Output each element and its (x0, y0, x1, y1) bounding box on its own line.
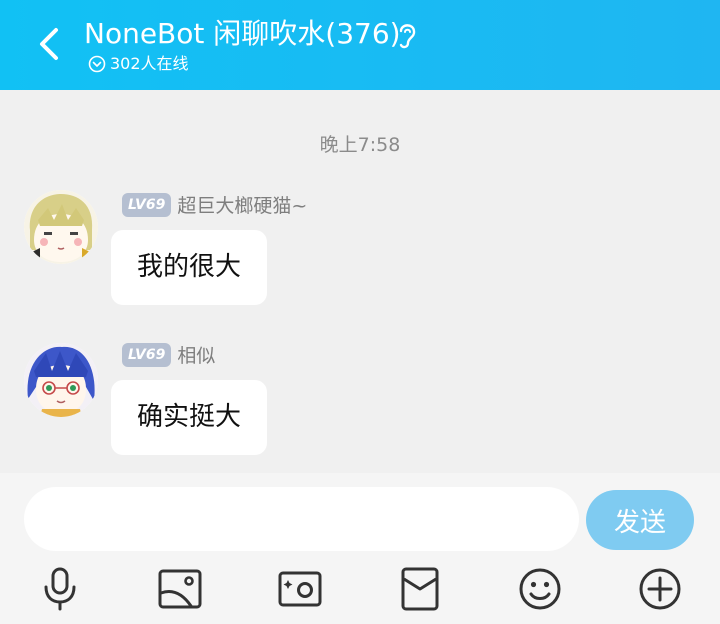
plus-icon[interactable] (636, 565, 684, 613)
online-count: 302人在线 (110, 54, 189, 73)
message-bubble[interactable]: 我的很大 (111, 230, 268, 305)
input-bar: 发送 (0, 473, 720, 624)
send-button[interactable]: 发送 (586, 490, 694, 550)
level-badge: LV69 (122, 192, 172, 217)
microphone-icon[interactable] (36, 565, 84, 613)
message-bubble[interactable]: 确实挺大 (111, 380, 268, 455)
back-arrow-icon[interactable] (30, 22, 70, 66)
camera-icon[interactable] (276, 565, 324, 613)
message-list[interactable]: 晚上7:58 LV69 超巨大榔硬猫~ 我的很大 LV69 相似 确实挺大 (0, 90, 720, 473)
level-badge: LV69 (122, 342, 172, 367)
message-input[interactable] (24, 487, 579, 551)
message-meta: LV69 相似 (122, 341, 215, 368)
red-packet-icon[interactable] (396, 565, 444, 613)
sender-name[interactable]: 相似 (177, 341, 215, 368)
user-avatar[interactable] (24, 343, 98, 417)
chat-header: NoneBot 闲聊吹水(376) 302人在线 (0, 0, 720, 90)
image-icon[interactable] (156, 565, 204, 613)
message-meta: LV69 超巨大榔硬猫~ (122, 191, 307, 218)
sender-name[interactable]: 超巨大榔硬猫~ (177, 191, 307, 218)
online-status[interactable]: 302人在线 (88, 53, 189, 75)
user-avatar[interactable] (24, 190, 98, 264)
ear-icon[interactable] (392, 19, 422, 51)
group-title[interactable]: NoneBot 闲聊吹水(376) (84, 14, 401, 54)
emoji-icon[interactable] (516, 565, 564, 613)
chevron-down-circle-icon (88, 55, 106, 73)
message-timestamp: 晚上7:58 (319, 134, 401, 156)
